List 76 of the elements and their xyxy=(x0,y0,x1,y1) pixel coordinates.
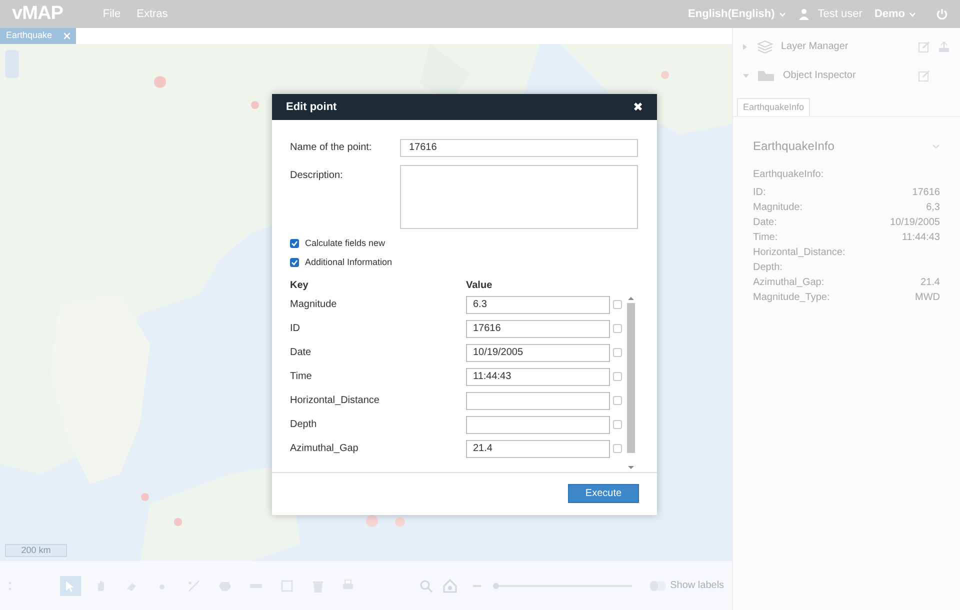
layers-icon xyxy=(757,40,773,54)
checkbox[interactable] xyxy=(613,396,622,406)
key-label: Magnitude xyxy=(290,298,338,312)
info-key: Depth: xyxy=(753,260,782,275)
info-key: Magnitude_Type: xyxy=(753,290,830,305)
value-field[interactable]: 17616 xyxy=(466,320,610,338)
key-label: ID xyxy=(290,322,301,336)
chevron-icon xyxy=(909,12,916,16)
scale-bar: 200 km xyxy=(5,544,67,557)
info-value: MWD xyxy=(915,291,940,305)
info-value: 21.4 xyxy=(920,276,940,290)
close-button[interactable]: ✖ xyxy=(633,100,643,113)
checkbox[interactable] xyxy=(613,372,622,382)
info-key: ID: xyxy=(753,185,766,200)
checkbox[interactable] xyxy=(613,348,622,358)
key-label: Horizontal_Distance xyxy=(290,394,380,408)
card-subtitle: EarthquakeInfo: xyxy=(753,168,825,182)
caret-icon[interactable] xyxy=(743,44,749,50)
chevron-icon xyxy=(778,12,786,16)
value-field[interactable]: 6.3 xyxy=(466,296,610,314)
checkbox[interactable] xyxy=(613,420,622,430)
map-tab[interactable]: Earthquake xyxy=(0,28,76,44)
slider-thumb[interactable] xyxy=(492,582,499,588)
name-field[interactable]: 17616 xyxy=(400,138,638,157)
checkbox[interactable] xyxy=(613,324,622,334)
edit-icon[interactable] xyxy=(918,40,930,52)
info-value: 10/19/2005 xyxy=(890,216,940,230)
column-header: Key xyxy=(290,279,310,294)
checkbox[interactable] xyxy=(290,258,299,268)
column-header: Value xyxy=(466,279,492,294)
toggle-label: Show labels xyxy=(670,579,724,593)
key-label: Time xyxy=(290,370,313,384)
description-field[interactable] xyxy=(400,164,638,229)
value-field[interactable] xyxy=(466,392,610,410)
home-icon[interactable] xyxy=(442,578,457,592)
checkbox-label: Calculate fields new xyxy=(305,236,386,250)
upload-icon[interactable] xyxy=(938,40,950,52)
info-key: Magnitude: xyxy=(753,200,802,215)
dialog-title: Edit point xyxy=(286,100,337,115)
chevron-icon[interactable] xyxy=(932,144,940,148)
info-key: Horizontal_Distance: xyxy=(753,245,846,260)
caret-icon[interactable] xyxy=(743,74,749,78)
value-field[interactable]: 10/19/2005 xyxy=(466,344,610,362)
info-value: 11:44:43 xyxy=(902,231,940,245)
value-field[interactable] xyxy=(466,416,610,434)
power-icon[interactable] xyxy=(936,8,948,20)
scroll-down-icon[interactable] xyxy=(628,464,634,470)
edit-icon[interactable] xyxy=(918,70,930,82)
cursor-icon[interactable] xyxy=(60,576,81,596)
info-value: 6,3 xyxy=(926,201,940,215)
search-icon[interactable] xyxy=(418,578,433,592)
inspector-tab[interactable]: EarthquakeInfo xyxy=(737,98,810,116)
checkbox[interactable] xyxy=(613,300,622,310)
field-label: Description: xyxy=(290,168,344,183)
close-icon[interactable] xyxy=(64,33,70,39)
user-icon xyxy=(798,8,810,20)
checkbox[interactable] xyxy=(290,238,299,248)
card-title: EarthquakeInfo xyxy=(753,138,834,155)
panel-title[interactable]: Object Inspector xyxy=(783,68,856,83)
scroll-thumb[interactable] xyxy=(627,302,635,453)
field-label: Name of the point: xyxy=(290,141,373,156)
value-field[interactable]: 21.4 xyxy=(466,440,610,458)
panel-title[interactable]: Layer Manager xyxy=(781,39,848,54)
key-label: Depth xyxy=(290,418,318,432)
zoom-slider[interactable] xyxy=(492,582,632,588)
key-label: Date xyxy=(290,346,312,360)
info-key: Date: xyxy=(753,215,777,230)
checkbox[interactable] xyxy=(613,444,622,454)
info-value: 17616 xyxy=(912,186,940,200)
checkbox-label: Additional Information xyxy=(305,256,392,270)
info-key: Time: xyxy=(753,230,778,245)
folder-icon xyxy=(757,70,775,82)
key-label: Azimuthal_Gap xyxy=(290,442,360,456)
value-field[interactable]: 11:44:43 xyxy=(466,368,610,386)
info-key: Azimuthal_Gap: xyxy=(753,275,824,290)
execute-button[interactable]: Execute xyxy=(568,484,639,504)
